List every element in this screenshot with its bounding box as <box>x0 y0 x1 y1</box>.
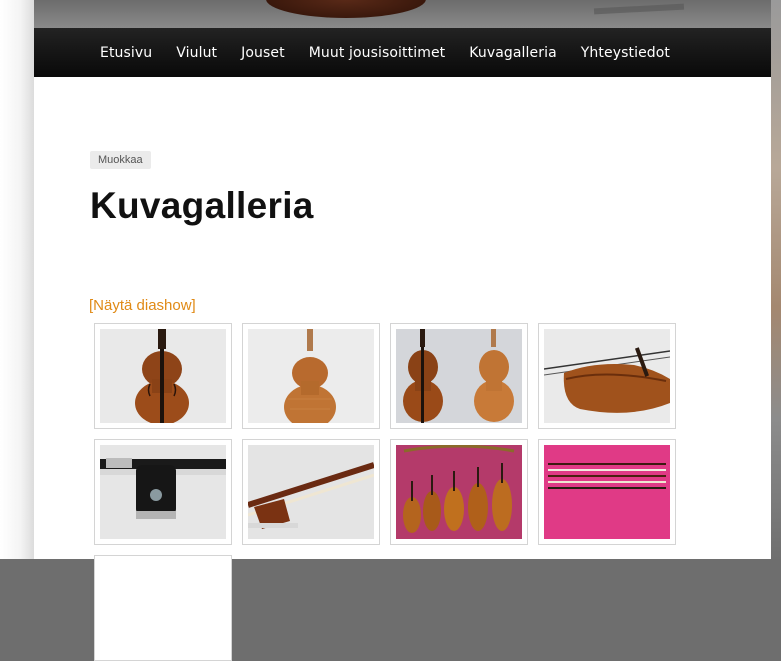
nav-item-muut-jousisoittimet[interactable]: Muut jousisoittimet <box>309 45 446 61</box>
header-image <box>34 0 771 28</box>
header-violin-image <box>266 0 426 18</box>
bows-on-pink-image <box>544 445 670 539</box>
gallery-thumb-violin-front[interactable] <box>94 323 232 429</box>
nav-item-kuvagalleria[interactable]: Kuvagalleria <box>469 45 557 61</box>
page-title: Kuvagalleria <box>90 185 314 226</box>
violins-row-image <box>396 445 522 539</box>
nav-item-viulut[interactable]: Viulut <box>176 45 217 61</box>
gallery-thumb-bow-frog-dark[interactable] <box>94 439 232 545</box>
gallery-thumb-violin-side[interactable] <box>538 323 676 429</box>
violin-back-image <box>248 329 374 423</box>
nav-item-jouset[interactable]: Jouset <box>241 45 285 61</box>
page-background-right <box>771 0 781 559</box>
header-bow-image <box>593 3 685 15</box>
violin-side-image <box>544 329 670 423</box>
bow-frog-light-image <box>248 445 374 539</box>
nav-item-yhteystiedot[interactable]: Yhteystiedot <box>581 45 670 61</box>
nav-item-etusivu[interactable]: Etusivu <box>100 45 152 61</box>
page-background-left <box>0 0 34 559</box>
main-nav: Etusivu Viulut Jouset Muut jousisoittime… <box>34 28 771 77</box>
gallery-thumb-violin-front-back[interactable] <box>390 323 528 429</box>
gallery-thumb-violins-row[interactable] <box>390 439 528 545</box>
gallery-thumb-partial[interactable] <box>94 555 232 661</box>
gallery-thumb-bow-frog-light[interactable] <box>242 439 380 545</box>
gallery-thumb-bows-pink[interactable] <box>538 439 676 545</box>
slideshow-link[interactable]: [Näytä diashow] <box>89 297 196 314</box>
violin-front-and-back-image <box>396 329 522 423</box>
edit-button[interactable]: Muokkaa <box>90 151 151 169</box>
content-area: Muokkaa Kuvagalleria [Näytä diashow] <box>34 77 771 661</box>
bow-frog-dark-image <box>100 445 226 539</box>
violin-front-image <box>100 329 226 423</box>
gallery-thumb-violin-back[interactable] <box>242 323 380 429</box>
